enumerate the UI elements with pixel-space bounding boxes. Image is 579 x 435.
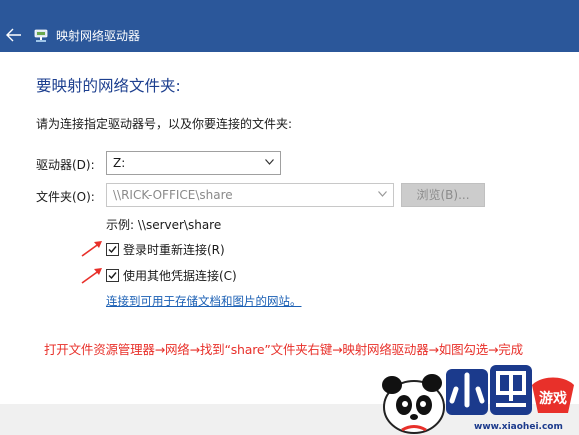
- other-credentials-checkbox-row[interactable]: 使用其他凭据连接(C): [106, 268, 256, 284]
- reconnect-checkbox[interactable]: [106, 243, 119, 256]
- reconnect-checkbox-row[interactable]: 登录时重新连接(R): [106, 242, 256, 258]
- checkmark-icon: [108, 272, 117, 280]
- chevron-down-icon: [265, 159, 274, 165]
- title-bar: 映射网络驱动器: [0, 0, 579, 52]
- folder-combobox-value: \\RICK-OFFICE\share: [113, 188, 233, 202]
- red-arrow-reconnect: [81, 241, 102, 257]
- folder-combobox[interactable]: \\RICK-OFFICE\share: [106, 183, 394, 207]
- browse-button[interactable]: 浏览(B)...: [401, 183, 485, 207]
- network-drive-icon: [34, 29, 48, 42]
- reconnect-label: 登录时重新连接(R): [123, 243, 225, 257]
- chevron-down-icon: [378, 191, 387, 197]
- checkmark-icon: [108, 246, 117, 254]
- other-credentials-checkbox[interactable]: [106, 269, 119, 282]
- watermark-url: www.xiaohei.com: [474, 422, 563, 432]
- example-text: 示例: \\server\share: [106, 218, 222, 232]
- drive-select[interactable]: Z:: [106, 151, 281, 175]
- page-heading: 要映射的网络文件夹:: [36, 77, 181, 95]
- drive-label: 驱动器(D):: [36, 158, 95, 172]
- instruction-text: 请为连接指定驱动器号，以及你要连接的文件夹:: [36, 117, 293, 131]
- svg-text:游戏: 游戏: [539, 390, 567, 407]
- website-link[interactable]: 连接到可用于存储文档和图片的网站。: [106, 294, 302, 308]
- other-credentials-label: 使用其他凭据连接(C): [123, 269, 237, 283]
- back-arrow-icon[interactable]: [6, 28, 22, 42]
- drive-select-value: Z:: [113, 156, 126, 170]
- window-title: 映射网络驱动器: [56, 29, 141, 43]
- red-arrow-credentials: [81, 268, 102, 284]
- folder-label: 文件夹(O):: [36, 190, 95, 204]
